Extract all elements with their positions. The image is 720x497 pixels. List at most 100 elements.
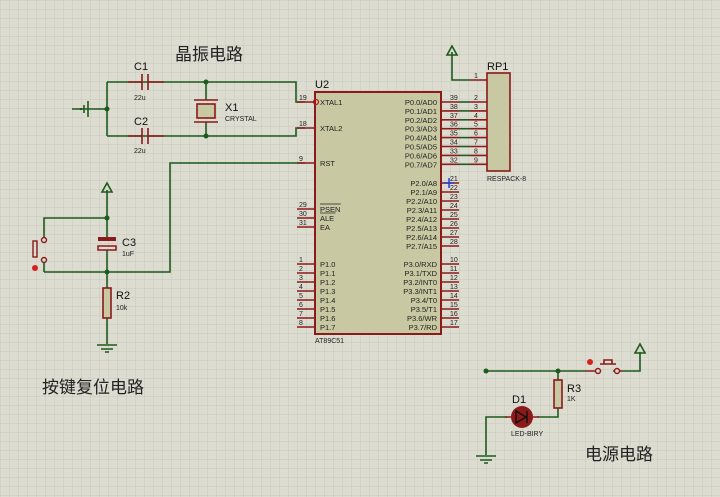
pin-label: P2.7/A15 xyxy=(406,242,437,251)
mcu-u2[interactable]: U2 AT89C51 19 XTAL118 XTAL29 RST29 PSEN30 ALE… xyxy=(297,79,459,345)
pin-number: 5 xyxy=(299,293,303,300)
pin-label: P2.2/A10 xyxy=(406,197,437,206)
pin-label: P3.0/RXD xyxy=(404,260,438,269)
pin-number: 26 xyxy=(450,221,458,228)
pin-number: 13 xyxy=(450,284,458,291)
pin-number: 4 xyxy=(299,284,303,291)
c3-value: 1uF xyxy=(122,251,134,258)
pin-label: P2.1/A9 xyxy=(410,188,437,197)
pin-number: 10 xyxy=(450,257,458,264)
pin-number: 5 xyxy=(474,122,478,129)
pin-label: P3.4/T0 xyxy=(411,296,437,305)
pin-number: 12 xyxy=(450,275,458,282)
pin-label: P3.7/RD xyxy=(409,323,438,332)
rp1-value: RESPACK-8 xyxy=(487,176,526,183)
pin-number: 1 xyxy=(474,73,478,80)
rp1-ref: RP1 xyxy=(487,61,508,73)
pin-number: 25 xyxy=(450,212,458,219)
pin-label: P2.0/A8 xyxy=(410,179,437,188)
pin-number: 24 xyxy=(450,203,458,210)
pin-number: 31 xyxy=(299,220,307,227)
pin-number: 9 xyxy=(299,156,303,163)
pin-number: 17 xyxy=(450,320,458,327)
pin-label: P0.7/AD7 xyxy=(405,160,437,169)
c1-value: 22u xyxy=(134,95,146,102)
pin-label: XTAL2 xyxy=(320,124,342,133)
capacitor-c3[interactable] xyxy=(98,237,116,241)
pin-number: 11 xyxy=(450,266,457,273)
resistor-r3[interactable] xyxy=(553,379,563,409)
pin-number: 34 xyxy=(450,140,458,147)
pin-label: P3.5/T1 xyxy=(411,305,437,314)
pin-number: 18 xyxy=(299,121,307,128)
pin-number: 4 xyxy=(474,113,478,120)
crystal-x1[interactable] xyxy=(196,103,216,119)
pin-label: P1.7 xyxy=(320,323,335,332)
pin-label: P0.0/AD0 xyxy=(405,98,437,107)
pin-number: 8 xyxy=(474,148,478,155)
pin-number: 33 xyxy=(450,148,458,155)
pin-number: 16 xyxy=(450,311,458,318)
pin-number: 19 xyxy=(299,95,307,102)
pin-label: P3.6/WR xyxy=(407,314,438,323)
title-reset: 按键复位电路 xyxy=(42,378,144,397)
u2-value: AT89C51 xyxy=(315,338,344,345)
pin-label: P3.3/INT1 xyxy=(403,287,437,296)
pin-label: P0.5/AD5 xyxy=(405,143,437,152)
pin-number: 2 xyxy=(474,95,478,102)
c3-ref: C3 xyxy=(122,237,136,249)
pin-number: 30 xyxy=(299,211,307,218)
pin-label: P2.4/A12 xyxy=(406,215,437,224)
pin-number: 21 xyxy=(450,176,458,183)
pin-label: P2.3/A11 xyxy=(407,206,437,215)
pin-number: 15 xyxy=(450,302,458,309)
c2-ref: C2 xyxy=(134,116,148,128)
pin-label: XTAL1 xyxy=(320,98,342,107)
r3-value: 1K xyxy=(567,396,576,403)
pin-number: 23 xyxy=(450,194,458,201)
pin-label: P1.6 xyxy=(320,314,335,323)
pin-number: 6 xyxy=(299,302,303,309)
pin-number: 37 xyxy=(450,113,458,120)
r2-ref: R2 xyxy=(116,290,130,302)
pin-number: 3 xyxy=(299,275,303,282)
pin-number: 28 xyxy=(450,239,458,246)
pin-label: P3.2/INT0 xyxy=(403,278,437,287)
pin-label: EA xyxy=(320,223,330,232)
pin-number: 36 xyxy=(450,122,458,129)
pin-label: P1.2 xyxy=(320,278,335,287)
pin-number: 32 xyxy=(450,157,458,164)
pin-number: 29 xyxy=(299,202,307,209)
pin-label: P0.1/AD1 xyxy=(405,107,437,116)
pin-label: P0.4/AD4 xyxy=(405,134,437,143)
c1-ref: C1 xyxy=(134,61,148,73)
schematic-canvas[interactable]: 晶振电路 按键复位电路 电源电路 C1 22u C2 22u X1 CRYSTA… xyxy=(0,0,720,497)
pin-label: ALE xyxy=(320,214,334,223)
r2-value: 10k xyxy=(116,305,128,312)
pin-number: 14 xyxy=(450,293,458,300)
pin-label: P2.5/A13 xyxy=(406,224,437,233)
d1-ref: D1 xyxy=(512,394,526,406)
title-crystal: 晶振电路 xyxy=(175,45,243,64)
resistor-r2[interactable] xyxy=(102,287,112,319)
pin-number: 35 xyxy=(450,131,458,138)
pin-label: P1.1 xyxy=(320,269,335,278)
pin-label: P1.4 xyxy=(320,296,335,305)
pin-label: P0.6/AD6 xyxy=(405,151,437,160)
pin-number: 27 xyxy=(450,230,458,237)
pin-label: P1.0 xyxy=(320,260,335,269)
pin-number: 22 xyxy=(450,185,458,192)
pin-number: 8 xyxy=(299,320,303,327)
pin-number: 3 xyxy=(474,104,478,111)
schematic: 晶振电路 按键复位电路 电源电路 C1 22u C2 22u X1 CRYSTA… xyxy=(0,0,720,497)
d1-value: LED-BIRY xyxy=(511,431,543,438)
pin-number: 38 xyxy=(450,104,458,111)
pin-number: 7 xyxy=(299,311,303,318)
pin-label: RST xyxy=(320,159,335,168)
c2-value: 22u xyxy=(134,148,146,155)
title-power: 电源电路 xyxy=(585,445,653,464)
pin-number: 2 xyxy=(299,266,303,273)
pin-label: P2.6/A14 xyxy=(406,233,437,242)
pin-number: 39 xyxy=(450,95,458,102)
pin-label: P1.5 xyxy=(320,305,335,314)
